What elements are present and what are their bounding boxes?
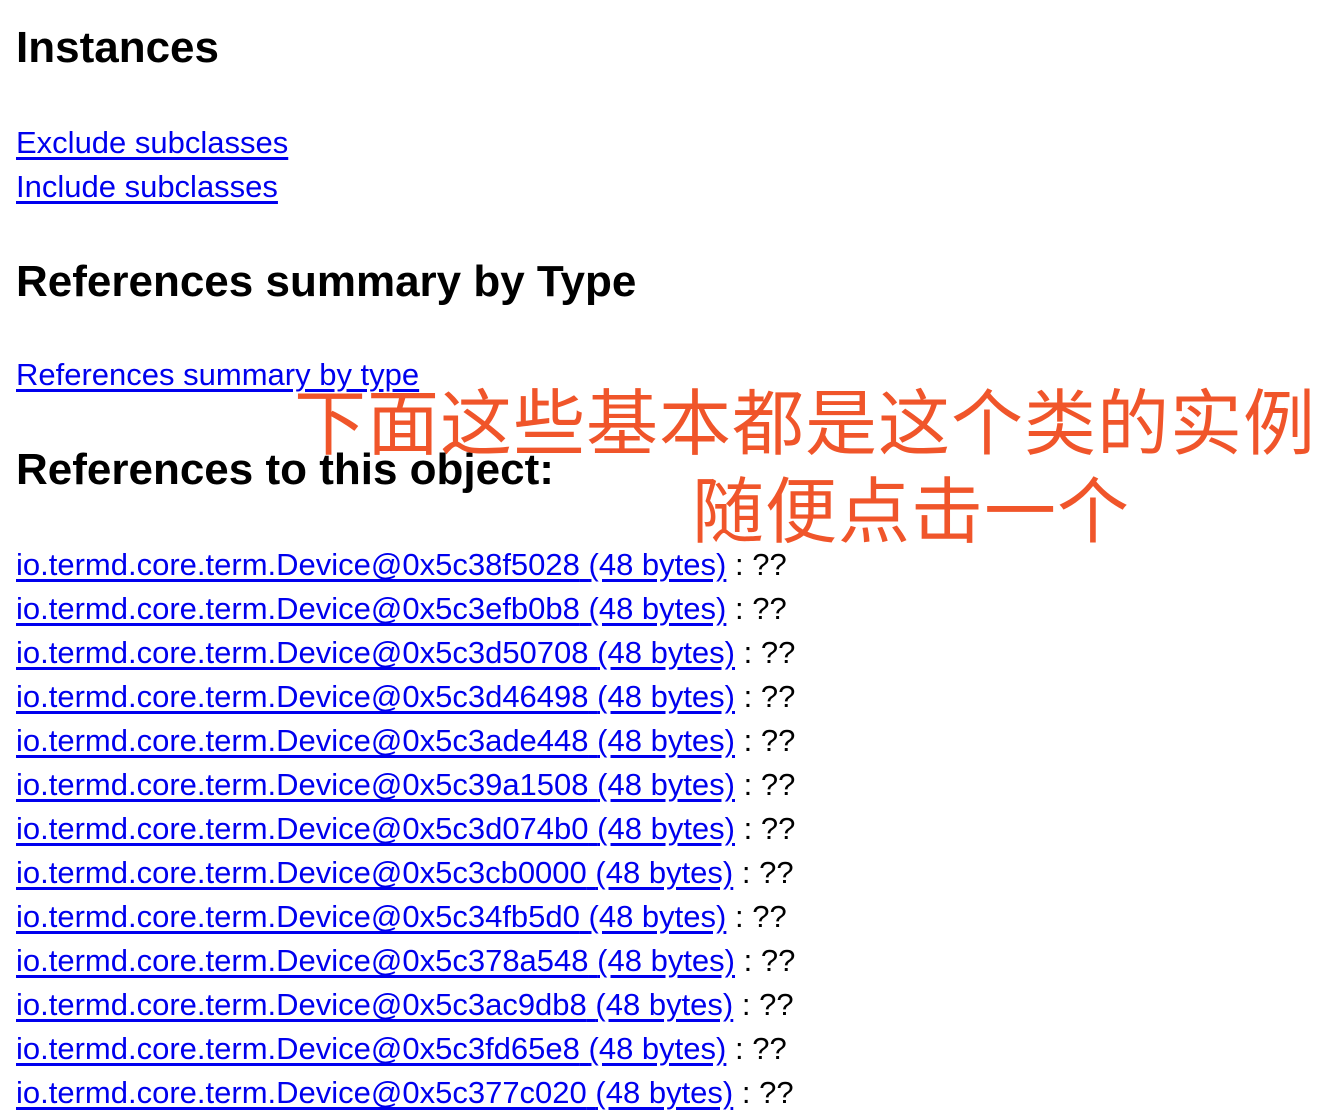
- object-id: io.termd.core.term.Device@0x5c3ade448: [16, 723, 589, 758]
- object-size: (48 bytes): [588, 899, 727, 934]
- list-item: io.termd.core.term.Device@0x5c34fb5d0 (4…: [16, 895, 795, 939]
- references-list: io.termd.core.term.Device@0x5c38f5028 (4…: [16, 543, 795, 1115]
- object-reference-link[interactable]: io.termd.core.term.Device@0x5c3ade448 (4…: [16, 723, 735, 758]
- object-id: io.termd.core.term.Device@0x5c3fd65e8: [16, 1031, 580, 1066]
- object-reference-link[interactable]: io.termd.core.term.Device@0x5c39a1508 (4…: [16, 767, 735, 802]
- reference-field: : ??: [735, 943, 796, 978]
- references-summary-by-type-link[interactable]: References summary by type: [16, 357, 419, 392]
- list-item: io.termd.core.term.Device@0x5c3ade448 (4…: [16, 719, 795, 763]
- list-item: io.termd.core.term.Device@0x5c3fd65e8 (4…: [16, 1027, 795, 1071]
- reference-field: : ??: [733, 1075, 794, 1110]
- instances-links: Exclude subclasses Include subclasses: [16, 121, 288, 209]
- object-id: io.termd.core.term.Device@0x5c378a548: [16, 943, 589, 978]
- reference-field: : ??: [735, 723, 796, 758]
- object-size: (48 bytes): [588, 547, 727, 582]
- object-size: (48 bytes): [597, 943, 735, 978]
- object-size: (48 bytes): [595, 987, 734, 1022]
- object-size: (48 bytes): [597, 635, 735, 670]
- object-id: io.termd.core.term.Device@0x5c3efb0b8: [16, 591, 580, 626]
- object-id: io.termd.core.term.Device@0x5c3d50708: [16, 635, 589, 670]
- list-item: io.termd.core.term.Device@0x5c3ac9db8 (4…: [16, 983, 795, 1027]
- object-reference-link[interactable]: io.termd.core.term.Device@0x5c3efb0b8 (4…: [16, 591, 726, 626]
- object-id: io.termd.core.term.Device@0x5c3d074b0: [16, 811, 589, 846]
- object-reference-link[interactable]: io.termd.core.term.Device@0x5c38f5028 (4…: [16, 547, 726, 582]
- reference-field: : ??: [735, 811, 796, 846]
- list-item: io.termd.core.term.Device@0x5c3efb0b8 (4…: [16, 587, 795, 631]
- object-reference-link[interactable]: io.termd.core.term.Device@0x5c3d50708 (4…: [16, 635, 735, 670]
- object-id: io.termd.core.term.Device@0x5c34fb5d0: [16, 899, 580, 934]
- object-id: io.termd.core.term.Device@0x5c3d46498: [16, 679, 589, 714]
- reference-field: : ??: [726, 591, 787, 626]
- reference-field: : ??: [733, 987, 794, 1022]
- object-reference-link[interactable]: io.termd.core.term.Device@0x5c378a548 (4…: [16, 943, 735, 978]
- object-reference-link[interactable]: io.termd.core.term.Device@0x5c34fb5d0 (4…: [16, 899, 726, 934]
- reference-field: : ??: [735, 767, 796, 802]
- object-reference-link[interactable]: io.termd.core.term.Device@0x5c3d46498 (4…: [16, 679, 735, 714]
- object-size: (48 bytes): [588, 591, 727, 626]
- object-id: io.termd.core.term.Device@0x5c3cb0000: [16, 855, 587, 890]
- object-size: (48 bytes): [595, 855, 734, 890]
- object-size: (48 bytes): [597, 811, 735, 846]
- reference-field: : ??: [726, 547, 787, 582]
- list-item: io.termd.core.term.Device@0x5c3cb0000 (4…: [16, 851, 795, 895]
- reference-field: : ??: [735, 635, 796, 670]
- list-item: io.termd.core.term.Device@0x5c39a1508 (4…: [16, 763, 795, 807]
- object-reference-link[interactable]: io.termd.core.term.Device@0x5c3d074b0 (4…: [16, 811, 735, 846]
- list-item: io.termd.core.term.Device@0x5c38f5028 (4…: [16, 543, 795, 587]
- list-item: io.termd.core.term.Device@0x5c377c020 (4…: [16, 1071, 795, 1115]
- list-item: io.termd.core.term.Device@0x5c378a548 (4…: [16, 939, 795, 983]
- object-id: io.termd.core.term.Device@0x5c3ac9db8: [16, 987, 587, 1022]
- instances-heading: Instances: [16, 23, 219, 72]
- object-size: (48 bytes): [597, 767, 735, 802]
- object-size: (48 bytes): [597, 723, 735, 758]
- reference-field: : ??: [735, 679, 796, 714]
- object-size: (48 bytes): [597, 679, 735, 714]
- list-item: io.termd.core.term.Device@0x5c3d50708 (4…: [16, 631, 795, 675]
- object-reference-link[interactable]: io.termd.core.term.Device@0x5c377c020 (4…: [16, 1075, 733, 1110]
- object-reference-link[interactable]: io.termd.core.term.Device@0x5c3cb0000 (4…: [16, 855, 733, 890]
- include-subclasses-link[interactable]: Include subclasses: [16, 169, 278, 204]
- list-item: io.termd.core.term.Device@0x5c3d074b0 (4…: [16, 807, 795, 851]
- object-id: io.termd.core.term.Device@0x5c39a1508: [16, 767, 589, 802]
- reference-field: : ??: [726, 1031, 787, 1066]
- object-id: io.termd.core.term.Device@0x5c38f5028: [16, 547, 580, 582]
- references-summary-links: References summary by type: [16, 353, 419, 397]
- object-size: (48 bytes): [588, 1031, 727, 1066]
- object-size: (48 bytes): [595, 1075, 734, 1110]
- exclude-subclasses-link[interactable]: Exclude subclasses: [16, 125, 288, 160]
- list-item: io.termd.core.term.Device@0x5c3d46498 (4…: [16, 675, 795, 719]
- reference-field: : ??: [733, 855, 794, 890]
- references-to-object-heading: References to this object:: [16, 445, 554, 494]
- references-summary-heading: References summary by Type: [16, 257, 637, 306]
- object-reference-link[interactable]: io.termd.core.term.Device@0x5c3ac9db8 (4…: [16, 987, 733, 1022]
- object-id: io.termd.core.term.Device@0x5c377c020: [16, 1075, 587, 1110]
- object-reference-link[interactable]: io.termd.core.term.Device@0x5c3fd65e8 (4…: [16, 1031, 726, 1066]
- reference-field: : ??: [726, 899, 787, 934]
